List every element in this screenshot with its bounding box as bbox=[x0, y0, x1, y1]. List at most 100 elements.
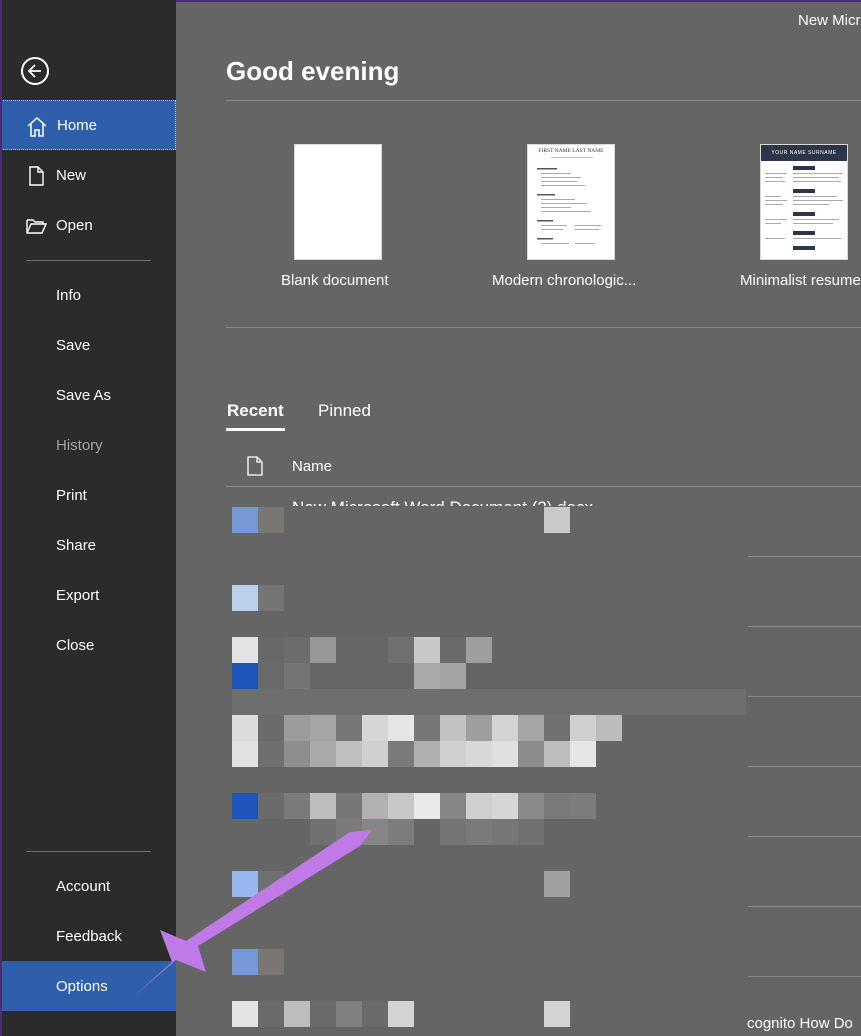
nav-account[interactable]: Account bbox=[0, 861, 176, 911]
redaction-pixel bbox=[388, 819, 414, 845]
nav-info[interactable]: Info bbox=[0, 270, 176, 320]
redaction-pixel bbox=[258, 585, 284, 611]
file-row-divider bbox=[748, 906, 861, 907]
redaction-pixel bbox=[414, 741, 440, 767]
nav-history-label: History bbox=[56, 436, 103, 454]
nav-home-label: Home bbox=[57, 116, 98, 134]
nav-history: History bbox=[0, 420, 176, 470]
new-document-icon bbox=[29, 166, 44, 186]
template-modern-label[interactable]: Modern chronologic... bbox=[492, 272, 636, 289]
name-column-header[interactable]: Name bbox=[292, 458, 332, 475]
redaction-pixel bbox=[336, 663, 362, 689]
redaction-pixel bbox=[570, 741, 596, 767]
redaction-pixel bbox=[362, 637, 388, 663]
redaction-pixel bbox=[284, 741, 310, 767]
nav-export-label: Export bbox=[56, 586, 100, 604]
template-minimalist-heading: YOUR NAME SURNAME bbox=[771, 150, 837, 156]
backstage-sidebar: Home New Open Info Save Save As History … bbox=[0, 0, 176, 1036]
redaction-pixel bbox=[284, 715, 310, 741]
redaction-pixel bbox=[492, 793, 518, 819]
redaction-pixel bbox=[258, 715, 284, 741]
redaction-pixel bbox=[232, 663, 258, 689]
redaction-pixel bbox=[258, 793, 284, 819]
nav-account-label: Account bbox=[56, 877, 111, 895]
nav-print[interactable]: Print bbox=[0, 470, 176, 520]
template-modern-preview bbox=[537, 157, 601, 244]
redaction-pixel bbox=[570, 793, 596, 819]
nav-share[interactable]: Share bbox=[0, 520, 176, 570]
redaction-pixel bbox=[518, 715, 544, 741]
sidebar-divider bbox=[26, 260, 151, 261]
redaction-pixel bbox=[362, 715, 388, 741]
redaction-pixel bbox=[336, 637, 362, 663]
greeting-heading: Good evening bbox=[226, 56, 400, 86]
redaction-pixel bbox=[544, 871, 570, 897]
nav-new[interactable]: New bbox=[0, 150, 176, 200]
redaction-pixel bbox=[258, 1001, 284, 1027]
redaction-pixel bbox=[596, 715, 622, 741]
redaction-pixel bbox=[310, 637, 336, 663]
redaction-pixel bbox=[570, 715, 596, 741]
recent-file-path[interactable]: cognito How Do bbox=[747, 1015, 853, 1032]
template-minimalist-thumbnail[interactable]: YOUR NAME SURNAME bbox=[760, 144, 848, 260]
redaction-pixel bbox=[258, 741, 284, 767]
nav-home[interactable]: Home bbox=[0, 100, 176, 150]
file-type-column-icon bbox=[247, 456, 263, 476]
redaction-pixel bbox=[440, 819, 466, 845]
redaction-pixel bbox=[310, 819, 336, 845]
open-folder-icon bbox=[26, 219, 47, 234]
template-minimalist-banner: YOUR NAME SURNAME bbox=[761, 145, 847, 161]
window-frame-left bbox=[0, 0, 2, 1036]
nav-info-label: Info bbox=[56, 286, 82, 304]
tab-pinned[interactable]: Pinned bbox=[318, 401, 371, 421]
nav-close-label: Close bbox=[56, 636, 95, 654]
header-divider bbox=[226, 100, 861, 101]
nav-save[interactable]: Save bbox=[0, 320, 176, 370]
nav-open[interactable]: Open bbox=[0, 200, 176, 250]
redaction-pixel bbox=[258, 507, 284, 533]
file-row-divider bbox=[748, 696, 861, 697]
redaction-pixel bbox=[284, 663, 310, 689]
redaction-pixel bbox=[336, 741, 362, 767]
nav-share-label: Share bbox=[56, 536, 97, 554]
redaction-pixel bbox=[336, 819, 362, 845]
templates-divider bbox=[226, 327, 861, 328]
back-button[interactable] bbox=[21, 57, 49, 85]
window-title: New Micr bbox=[798, 12, 861, 29]
redaction-pixel bbox=[258, 871, 284, 897]
nav-export[interactable]: Export bbox=[0, 570, 176, 620]
redaction-pixel bbox=[518, 819, 544, 845]
nav-open-label: Open bbox=[56, 216, 93, 234]
nav-close[interactable]: Close bbox=[0, 620, 176, 670]
nav-new-label: New bbox=[56, 166, 87, 184]
redaction-pixel bbox=[492, 741, 518, 767]
tab-recent[interactable]: Recent bbox=[227, 401, 284, 421]
redaction-pixel bbox=[544, 793, 570, 819]
nav-save-as[interactable]: Save As bbox=[0, 370, 176, 420]
redaction-pixel bbox=[440, 637, 466, 663]
nav-save-as-label: Save As bbox=[56, 386, 112, 404]
nav-options[interactable]: Options bbox=[0, 961, 176, 1011]
redaction-pixel bbox=[232, 871, 258, 897]
template-modern-thumbnail[interactable]: FIRST NAME LAST NAME bbox=[527, 144, 615, 260]
redaction-pixel bbox=[362, 793, 388, 819]
redaction-pixel bbox=[388, 637, 414, 663]
redaction-pixel bbox=[232, 585, 258, 611]
redaction-pixel bbox=[388, 1001, 414, 1027]
nav-options-label: Options bbox=[56, 977, 108, 995]
redaction-pixel bbox=[362, 819, 388, 845]
redaction-pixel bbox=[310, 741, 336, 767]
template-blank-label[interactable]: Blank document bbox=[281, 272, 389, 289]
nav-feedback[interactable]: Feedback bbox=[0, 911, 176, 961]
redaction-pixel bbox=[310, 663, 336, 689]
redaction-pixel bbox=[232, 1001, 258, 1027]
redaction-pixel bbox=[362, 663, 388, 689]
redaction-pixel bbox=[336, 715, 362, 741]
template-minimalist-label[interactable]: Minimalist resume bbox=[740, 272, 861, 289]
file-row-divider bbox=[748, 556, 861, 557]
template-minimalist-preview bbox=[765, 166, 843, 250]
redaction-pixel bbox=[544, 741, 570, 767]
file-row-divider bbox=[748, 766, 861, 767]
nav-print-label: Print bbox=[56, 486, 87, 504]
template-blank-thumbnail[interactable] bbox=[294, 144, 382, 260]
